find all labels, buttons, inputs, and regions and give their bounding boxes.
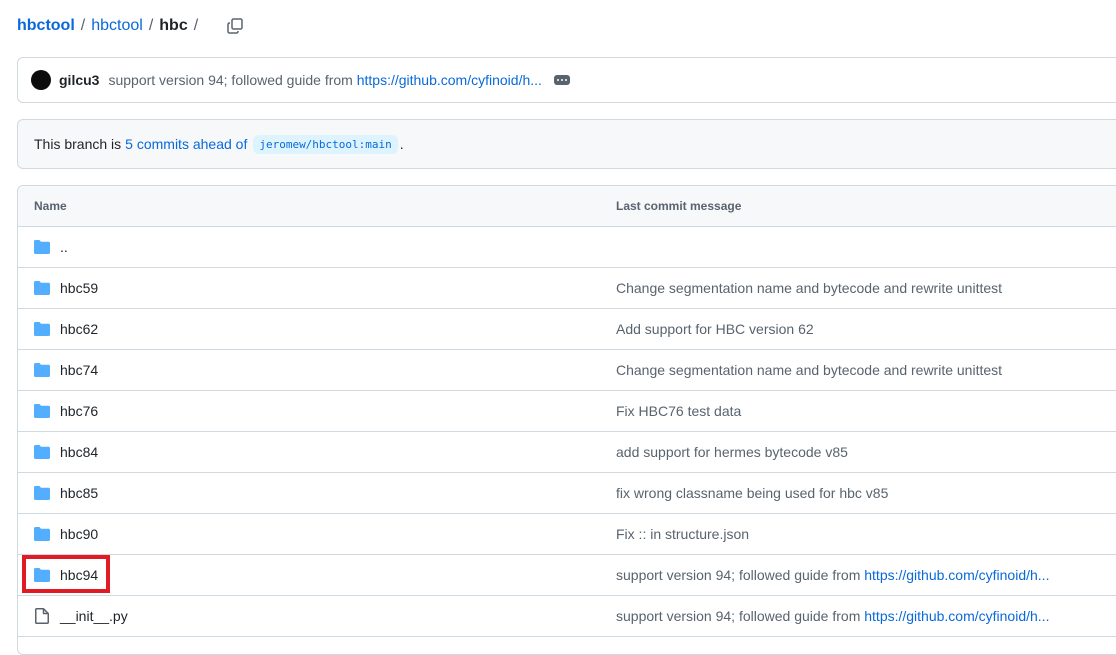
commit-message-link[interactable]: Change segmentation name and bytecode an… xyxy=(616,280,1002,296)
commit-author-link[interactable]: gilcu3 xyxy=(59,72,99,88)
table-row[interactable]: hbc76 Fix HBC76 test data xyxy=(18,391,1116,432)
commit-url-link[interactable]: https://github.com/cyfinoid/h... xyxy=(864,567,1049,583)
commit-message: support version 94; followed guide from … xyxy=(108,72,541,88)
table-row[interactable]: hbc90 Fix :: in structure.json xyxy=(18,514,1116,555)
branch-status-suffix: . xyxy=(399,136,404,152)
folder-icon xyxy=(34,280,50,296)
file-name-cell: hbc62 xyxy=(34,321,98,337)
file-name-link[interactable]: hbc62 xyxy=(60,321,98,337)
copy-icon xyxy=(227,18,243,34)
file-name-link[interactable]: hbc76 xyxy=(60,403,98,419)
folder-icon xyxy=(34,239,50,255)
breadcrumb-repo-link[interactable]: hbctool xyxy=(17,17,75,35)
commit-url-link[interactable]: https://github.com/cyfinoid/h... xyxy=(864,608,1049,624)
commit-message-cell: support version 94; followed guide from … xyxy=(616,608,1049,624)
folder-icon xyxy=(34,363,50,377)
file-name-cell: hbc94 xyxy=(34,567,98,583)
commit-message-link[interactable]: support version 94; followed guide from xyxy=(616,567,864,583)
commit-message-cell: fix wrong classname being used for hbc v… xyxy=(616,485,888,501)
file-name-cell: hbc90 xyxy=(34,526,98,542)
folder-icon xyxy=(34,404,50,418)
folder-icon xyxy=(34,486,50,500)
avatar[interactable] xyxy=(31,70,51,90)
breadcrumb-separator: / xyxy=(193,17,199,34)
file-name-cell: hbc59 xyxy=(34,280,98,296)
commit-message-link[interactable]: add support for hermes bytecode v85 xyxy=(616,444,848,460)
table-row[interactable]: hbc94 support version 94; followed guide … xyxy=(18,555,1116,596)
table-row[interactable]: .. xyxy=(18,227,1116,268)
commit-message-link[interactable]: Add support for HBC version 62 xyxy=(616,321,814,337)
breadcrumb-separator: / xyxy=(80,17,86,34)
commit-message-cell: add support for hermes bytecode v85 xyxy=(616,444,848,460)
file-name-link[interactable]: hbc94 xyxy=(60,567,98,583)
commit-message-cell: support version 94; followed guide from … xyxy=(616,567,1049,583)
file-name-link[interactable]: hbc59 xyxy=(60,280,98,296)
commit-message-cell: Fix HBC76 test data xyxy=(616,403,741,419)
folder-icon xyxy=(34,362,50,378)
folder-icon xyxy=(34,444,50,460)
folder-icon xyxy=(34,527,50,541)
file-name-link[interactable]: hbc85 xyxy=(60,485,98,501)
file-icon xyxy=(35,608,49,624)
branch-status-prefix: This branch is xyxy=(34,136,122,152)
table-row[interactable]: hbc85 fix wrong classname being used for … xyxy=(18,473,1116,514)
table-row[interactable]: hbc74 Change segmentation name and byteco… xyxy=(18,350,1116,391)
commit-message-cell: Change segmentation name and bytecode an… xyxy=(616,280,1002,296)
breadcrumb: hbctool / hbctool / hbc / xyxy=(17,14,246,38)
commits-ahead-link[interactable]: 5 commits ahead of xyxy=(125,136,247,152)
message-column-header: Last commit message xyxy=(616,199,742,213)
ellipsis-icon[interactable] xyxy=(553,75,570,85)
folder-icon xyxy=(34,445,50,459)
copy-path-button[interactable] xyxy=(224,15,246,37)
file-name-link[interactable]: __init__.py xyxy=(60,608,128,624)
file-icon xyxy=(34,608,50,624)
file-name-link[interactable]: hbc84 xyxy=(60,444,98,460)
file-name-cell: .. xyxy=(34,239,68,255)
breadcrumb-current: hbc xyxy=(159,17,188,34)
file-name-cell: hbc74 xyxy=(34,362,98,378)
file-name-cell: hbc84 xyxy=(34,444,98,460)
commit-message-link[interactable]: Change segmentation name and bytecode an… xyxy=(616,362,1002,378)
folder-icon xyxy=(34,281,50,295)
breadcrumb-folder-link[interactable]: hbctool xyxy=(91,17,143,35)
commit-message-link[interactable]: Fix :: in structure.json xyxy=(616,526,749,542)
folder-icon xyxy=(34,403,50,419)
file-name-cell: hbc76 xyxy=(34,403,98,419)
commit-message-cell: Add support for HBC version 62 xyxy=(616,321,814,337)
folder-icon xyxy=(34,322,50,336)
upstream-branch-ref[interactable]: jeromew/hbctool:main xyxy=(253,134,398,154)
table-row[interactable]: hbc62 Add support for HBC version 62 xyxy=(18,309,1116,350)
folder-icon xyxy=(34,240,50,254)
file-name-cell: hbc85 xyxy=(34,485,98,501)
file-table: Name Last commit message .. hbc59 Change s… xyxy=(17,185,1116,655)
commit-message-text[interactable]: support version 94; followed guide from xyxy=(108,72,352,88)
commit-message-link[interactable]: Fix HBC76 test data xyxy=(616,403,741,419)
commit-message-cell: Change segmentation name and bytecode an… xyxy=(616,362,1002,378)
table-row[interactable]: hbc84 add support for hermes bytecode v85 xyxy=(18,432,1116,473)
file-name-cell: __init__.py xyxy=(34,608,128,624)
file-name-link[interactable]: .. xyxy=(60,239,68,255)
breadcrumb-separator: / xyxy=(148,17,154,34)
file-name-link[interactable]: hbc90 xyxy=(60,526,98,542)
name-column-header: Name xyxy=(34,199,67,213)
commit-message-link[interactable]: fix wrong classname being used for hbc v… xyxy=(616,485,888,501)
table-header: Name Last commit message xyxy=(18,186,1116,227)
latest-commit-box: gilcu3 support version 94; followed guid… xyxy=(17,57,1116,103)
table-row[interactable]: __init__.py support version 94; followed … xyxy=(18,596,1116,637)
table-row[interactable]: hbc59 Change segmentation name and byteco… xyxy=(18,268,1116,309)
file-name-link[interactable]: hbc74 xyxy=(60,362,98,378)
folder-icon xyxy=(34,526,50,542)
folder-icon xyxy=(34,567,50,583)
folder-icon xyxy=(34,321,50,337)
commit-message-cell: Fix :: in structure.json xyxy=(616,526,749,542)
branch-status-banner: This branch is 5 commits ahead of jerome… xyxy=(17,119,1116,169)
commit-message-link[interactable]: support version 94; followed guide from xyxy=(616,608,864,624)
folder-icon xyxy=(34,568,50,582)
folder-icon xyxy=(34,485,50,501)
commit-message-link[interactable]: https://github.com/cyfinoid/h... xyxy=(357,72,542,88)
